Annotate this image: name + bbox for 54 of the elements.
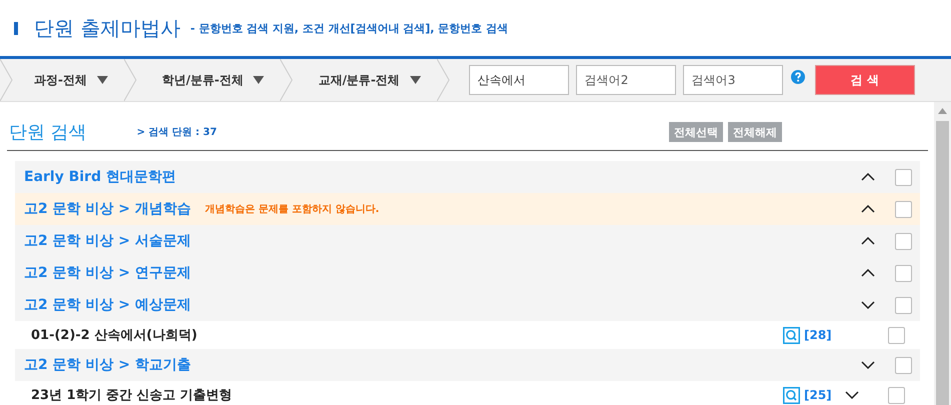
- chevron-up-icon[interactable]: [861, 173, 875, 181]
- checkbox[interactable]: [895, 296, 912, 314]
- group-row[interactable]: 고2 문학 비상 > 서술문제: [15, 225, 920, 257]
- group-note: 개념학습은 문제를 포함하지 않습니다.: [204, 203, 380, 216]
- scroll-up-icon: [938, 108, 947, 114]
- caret-down-icon: [96, 76, 108, 84]
- group-row[interactable]: 고2 문학 비상 > 연구문제: [15, 257, 920, 289]
- chevron-down-icon[interactable]: [861, 361, 875, 369]
- chevron-up-icon[interactable]: [861, 269, 875, 277]
- section-title: 단원 검색: [9, 121, 87, 144]
- result-count: > 검색 단원 : 37: [136, 126, 217, 139]
- checkbox[interactable]: [895, 356, 912, 374]
- scrollbar[interactable]: [934, 102, 951, 405]
- select-button[interactable]: 전체선택: [669, 122, 723, 142]
- question-count[interactable]: [25]: [804, 388, 834, 402]
- group-row[interactable]: 고2 문학 비상 > 개념학습 개념학습은 문제를 포함하지 않습니다.: [15, 193, 920, 225]
- checkbox[interactable]: [895, 232, 912, 250]
- group-title: 고2 문학 비상 > 예상문제: [24, 296, 191, 314]
- unit-title: 23년 1학기 중간 신송고 기출변형: [31, 387, 234, 404]
- search-icon: [783, 326, 800, 344]
- scrollbar-thumb[interactable]: [936, 121, 949, 405]
- group-title: Early Bird 현대문학편: [24, 168, 176, 186]
- search-button[interactable]: 검 색: [814, 65, 915, 95]
- group-title: 고2 문학 비상 > 서술문제: [24, 232, 191, 250]
- chevron-down-icon[interactable]: [861, 301, 875, 309]
- group-row[interactable]: Early Bird 현대문학편: [15, 161, 920, 193]
- caret-down-icon: [253, 76, 264, 84]
- group-row[interactable]: 고2 문학 비상 > 학교기출: [15, 349, 920, 381]
- filter-dropdown[interactable]: 교재/분류-전체: [294, 72, 437, 88]
- search-field[interactable]: 검색어3: [682, 65, 783, 95]
- chevron-up-icon[interactable]: [861, 237, 875, 245]
- page-title: 단원 출제마법사: [34, 14, 180, 42]
- checkbox[interactable]: [888, 386, 905, 404]
- question-count[interactable]: [28]: [804, 328, 834, 342]
- filter-dropdown[interactable]: 학년/분류-전체: [138, 72, 280, 88]
- search-field[interactable]: 검색어2: [576, 65, 676, 95]
- group-title: 고2 문학 비상 > 개념학습: [24, 200, 191, 218]
- chevron-down-icon[interactable]: [845, 391, 859, 399]
- group-row[interactable]: 고2 문학 비상 > 예상문제: [15, 289, 920, 321]
- caret-down-icon: [410, 76, 421, 84]
- group-title: 고2 문학 비상 > 학교기출: [24, 356, 191, 374]
- group-title: 고2 문학 비상 > 연구문제: [24, 264, 191, 282]
- checkbox[interactable]: [895, 168, 912, 186]
- select-button[interactable]: 전체해제: [728, 122, 782, 142]
- checkbox[interactable]: [888, 326, 905, 344]
- unit-title: 01-(2)-2 산속에서(나희덕): [31, 327, 198, 344]
- chevron-up-icon[interactable]: [861, 205, 875, 213]
- search-field[interactable]: 산속에서: [468, 65, 569, 95]
- checkbox[interactable]: [895, 200, 912, 218]
- page-subtitle: - 문항번호 검색 지원, 조건 개선[검색어내 검색], 문항번호 검색: [190, 20, 508, 36]
- filter-dropdown[interactable]: 과정-전체: [14, 72, 124, 88]
- checkbox[interactable]: [895, 264, 912, 282]
- help-icon: [790, 70, 805, 84]
- title-marker: [14, 22, 18, 34]
